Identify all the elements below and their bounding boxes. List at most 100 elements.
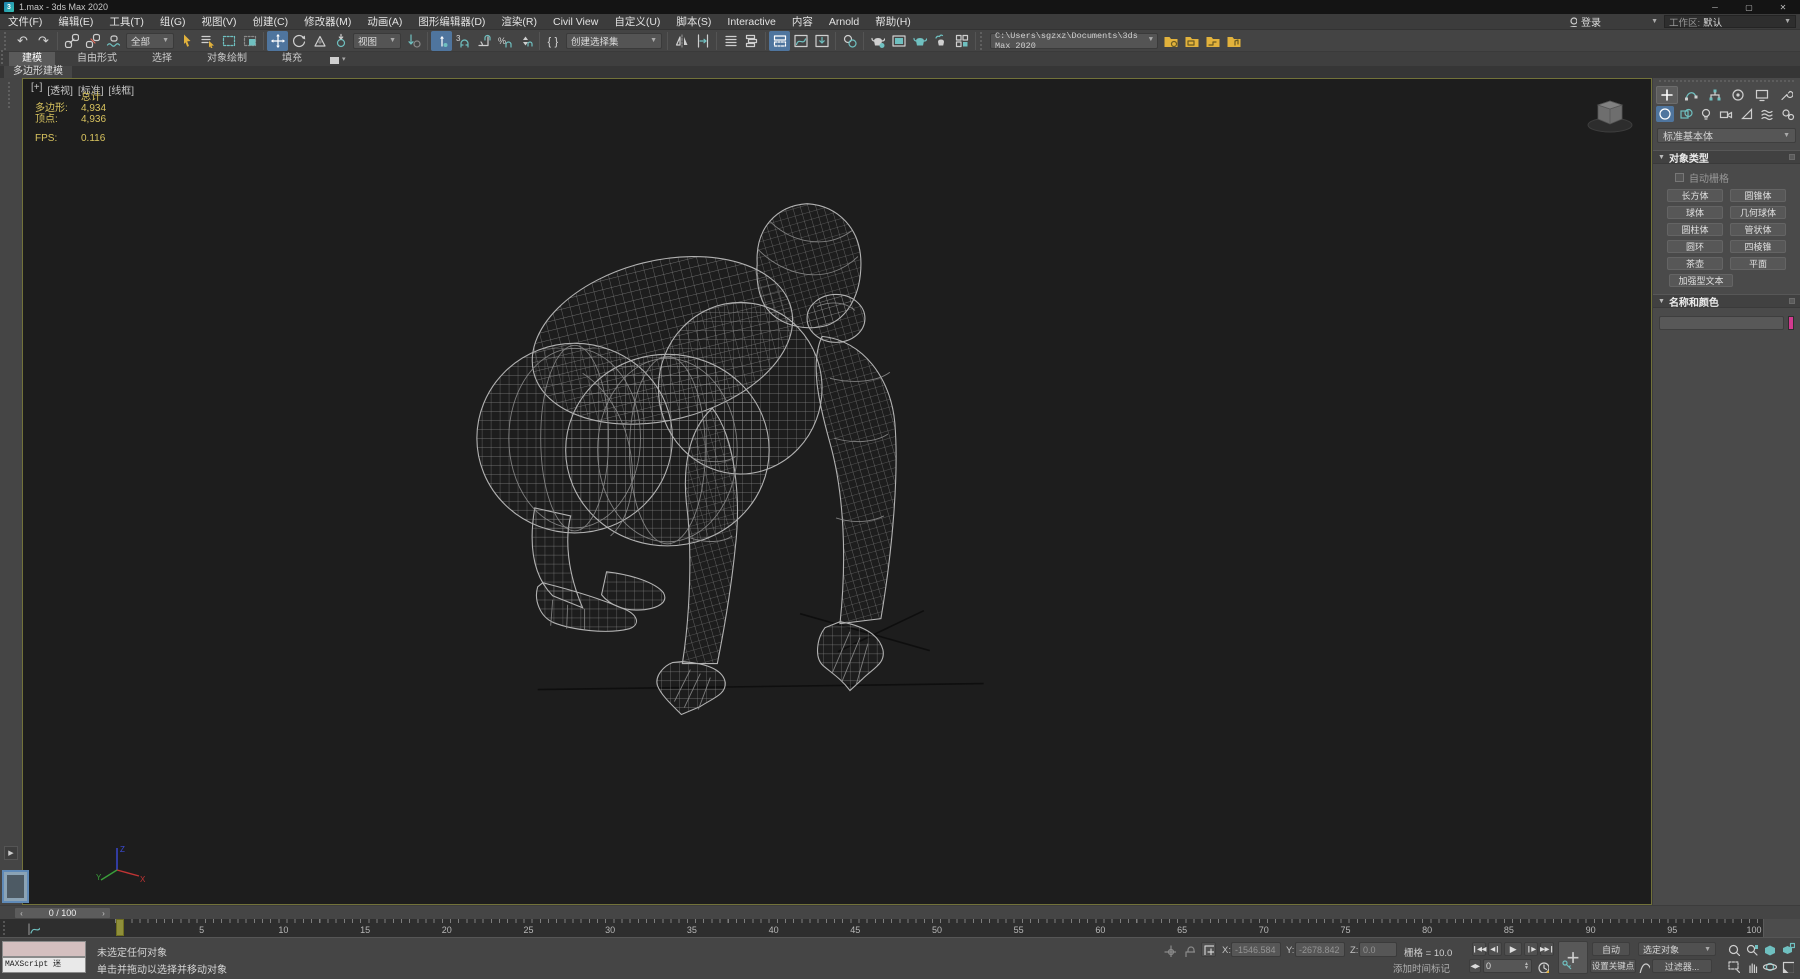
go-to-start-button[interactable]: ❙◀◀ [1472,942,1486,956]
select-and-place-icon[interactable] [330,31,351,51]
helpers-category-icon[interactable] [1738,106,1756,122]
autogrid-checkbox[interactable] [1675,173,1684,182]
ribbon-toggle-icon[interactable] [769,30,790,51]
layer-explorer-icon[interactable] [741,31,762,51]
object-type-button[interactable]: 几何球体 [1730,206,1786,219]
ribbon-tab[interactable]: 自由形式 [64,52,130,66]
ribbon-tab[interactable]: 填充 [269,52,315,66]
cameras-category-icon[interactable] [1717,106,1735,122]
menu-item[interactable]: Civil View [545,14,606,30]
expand-panel-icon[interactable]: ▶ [4,846,18,860]
select-object-icon[interactable] [176,31,197,51]
open-project-folder-icon[interactable] [1181,31,1202,51]
viewcube[interactable] [1581,91,1639,137]
zoom-region-icon[interactable] [1725,959,1741,973]
menu-item[interactable]: Interactive [719,14,783,30]
object-type-button[interactable]: 加强型文本 [1669,274,1733,287]
rendered-frame-window-icon[interactable] [888,31,909,51]
menu-item[interactable]: 组(G) [152,14,194,30]
object-type-button[interactable]: 茶壶 [1667,257,1723,270]
mini-curve-editor-icon[interactable] [24,921,42,935]
select-and-rotate-icon[interactable] [288,31,309,51]
time-configuration-icon[interactable] [1535,959,1550,974]
go-to-end-button[interactable]: ▶▶❙ [1540,942,1554,956]
redo-button[interactable]: ↷ [33,31,54,51]
named-selection-sets-dropdown[interactable]: 创建选择集 ▼ [566,32,662,49]
trackbar-ruler[interactable] [115,919,1758,923]
create-tab-icon[interactable] [1656,86,1678,104]
object-type-rollout-header[interactable]: ▼ 对象类型 [1653,150,1800,165]
zoom-icon[interactable] [1725,942,1741,956]
render-flyout-icon[interactable] [951,31,972,51]
maximize-viewport-toggle-icon[interactable] [1779,959,1795,973]
zoom-all-icon[interactable] [1743,942,1759,956]
object-type-button[interactable]: 圆锥体 [1730,189,1786,202]
schematic-view-icon[interactable] [811,31,832,51]
unlink-selection-icon[interactable] [82,31,103,51]
scene-explorer-icon[interactable] [720,31,741,51]
menu-item[interactable]: 帮助(H) [867,14,919,30]
selection-lock-icon[interactable] [1181,943,1196,958]
render-production-icon[interactable] [909,31,930,51]
angle-snap-toggle-icon[interactable] [473,31,494,51]
trackbar-grip[interactable] [3,921,7,935]
viewport-shading-menu[interactable]: [线框] [109,82,135,97]
menu-item[interactable]: 内容 [784,14,821,30]
trackbar-thumb[interactable] [116,919,124,936]
macro-recorder-field[interactable] [2,941,86,957]
select-and-scale-icon[interactable] [309,31,330,51]
set-project-folder-icon[interactable] [1160,31,1181,51]
object-name-input[interactable] [1659,316,1784,330]
add-time-tag[interactable]: 添加时间标记 [1393,961,1450,975]
hierarchy-tab-icon[interactable] [1704,86,1726,104]
align-icon[interactable] [692,31,713,51]
next-frame-icon[interactable]: › [97,909,110,918]
render-setup-icon[interactable] [867,31,888,51]
reference-coordinate-dropdown[interactable]: 视图 ▼ [353,32,401,49]
polygon-modeling-panel[interactable]: 多边形建模 [4,66,72,78]
zoom-extents-icon[interactable] [1761,942,1777,956]
menu-item[interactable]: 创建(C) [245,14,297,30]
object-type-button[interactable]: 球体 [1667,206,1723,219]
absolute-mode-transform-icon[interactable] [1201,942,1216,957]
ribbon-config-icon[interactable]: ▾ [328,53,346,65]
project-folder-path-dropdown[interactable]: C:\Users\sgzxz\Documents\3ds Max 2020 ▼ [990,31,1158,51]
set-key-button[interactable]: 设置关键点 [1590,959,1636,973]
snaps-toggle-3d-icon[interactable]: 3 [452,31,473,51]
geometry-category-icon[interactable] [1656,106,1675,122]
lights-category-icon[interactable] [1697,106,1715,122]
set-keys-button[interactable]: + [1558,941,1588,974]
mirror-icon[interactable] [671,31,692,51]
space-warps-category-icon[interactable] [1758,106,1776,122]
ribbon-tab[interactable]: 对象绘制 [194,52,260,66]
menu-item[interactable]: 文件(F) [0,14,50,30]
perspective-viewport[interactable]: [+] [透视] [标准] [线框] 总计 多边形: 4,934 顶点: 4,936… [22,78,1652,905]
select-and-manipulate-icon[interactable] [431,30,452,51]
key-mode-toggle-icon[interactable]: ◀▶ [1469,959,1481,973]
undo-button[interactable]: ↶ [12,31,33,51]
bind-to-space-warp-icon[interactable] [103,31,124,51]
key-filters-curve-icon[interactable] [1636,959,1651,974]
maximize-icon[interactable]: ▢ [1732,0,1766,14]
object-type-button[interactable]: 长方体 [1667,189,1723,202]
isolate-selection-icon[interactable] [1162,943,1177,958]
menu-item[interactable]: 脚本(S) [668,14,719,30]
selection-set-dropdown[interactable]: 选定对象 ▼ [1638,942,1716,956]
systems-category-icon[interactable] [1779,106,1797,122]
frame-spinner[interactable]: ▲ ▼ [1524,962,1529,971]
track-bar[interactable]: 0510152025303540455055606570758085909510… [0,919,1763,937]
auto-key-button[interactable]: 自动 [1592,942,1630,956]
strip-grip[interactable] [8,82,12,108]
menu-item[interactable]: 修改器(M) [296,14,359,30]
shapes-category-icon[interactable] [1676,106,1694,122]
select-and-link-icon[interactable] [61,31,82,51]
modify-tab-icon[interactable] [1680,86,1702,104]
workspace-selector[interactable]: 工作区: 默认 ▼ [1664,15,1796,29]
minimize-icon[interactable]: ─ [1698,0,1732,14]
object-color-swatch[interactable] [1788,316,1794,330]
rectangular-selection-region-icon[interactable] [218,31,239,51]
previous-frame-icon[interactable]: ‹ [15,909,28,918]
close-icon[interactable]: ✕ [1766,0,1800,14]
menu-item[interactable]: 图形编辑器(D) [410,14,493,30]
material-editor-icon[interactable] [839,31,860,51]
